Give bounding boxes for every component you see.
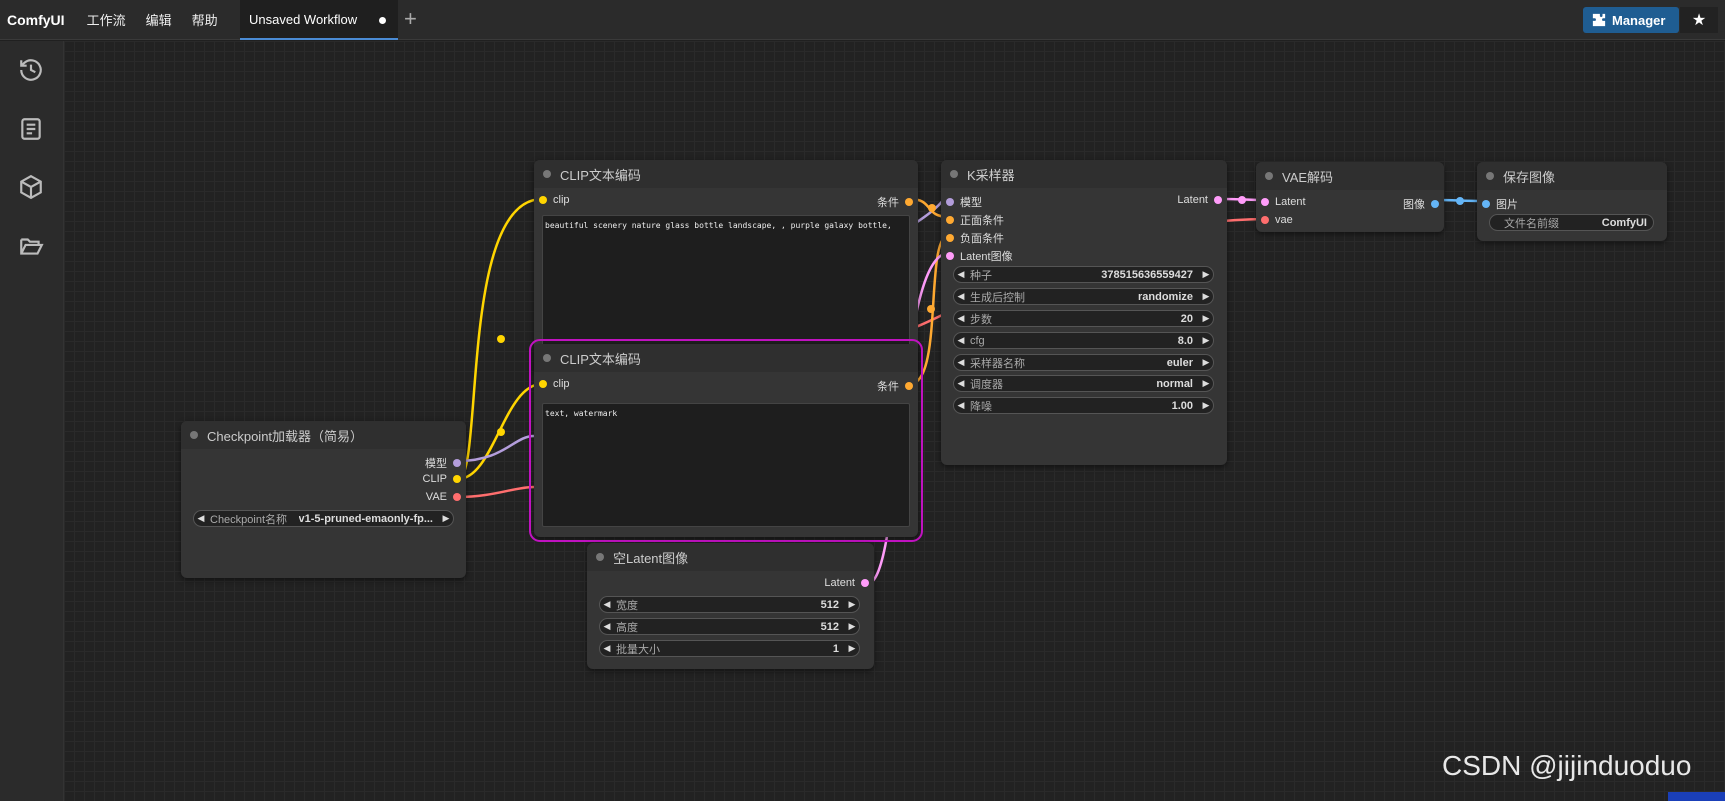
node-checkpoint-loader[interactable]: Checkpoint加载器（简易） 模型 CLIP VAE ◀ Checkpoin…	[181, 421, 466, 578]
increment-arrow-icon[interactable]: ▶	[439, 513, 453, 524]
node-collapse-dot[interactable]	[543, 170, 551, 178]
node-title: CLIP文本编码	[560, 351, 641, 367]
top-bar: ComfyUI 工作流 编辑 帮助 Unsaved Workflow + Man…	[0, 0, 1725, 40]
add-tab-icon[interactable]: +	[404, 6, 417, 32]
wire-reroute-dot	[928, 204, 936, 212]
wire-reroute-dot	[1238, 196, 1246, 204]
wire-reroute-dot	[497, 428, 505, 436]
node-collapse-dot[interactable]	[1265, 172, 1273, 180]
menu-workflow[interactable]: 工作流	[87, 10, 126, 29]
folder-open-icon[interactable]	[18, 233, 44, 259]
input-slot-latent-image[interactable]: Latent图像	[946, 248, 1013, 264]
widget-height[interactable]: ◀ 高度 512 ▶	[599, 618, 860, 635]
prompt-textarea[interactable]: text, watermark	[542, 403, 910, 527]
widget-steps[interactable]: ◀ 步数 20 ▶	[953, 310, 1214, 327]
input-slot-negative[interactable]: 负面条件	[946, 230, 1004, 246]
widget-checkpoint-name[interactable]: ◀ Checkpoint名称 v1-5-pruned-emaonly-fp... ▶	[193, 510, 454, 527]
widget-denoise[interactable]: ◀ 降噪 1.00 ▶	[953, 397, 1214, 414]
output-slot-latent[interactable]: Latent	[824, 577, 869, 589]
wire-reroute-dot	[497, 335, 505, 343]
node-collapse-dot[interactable]	[596, 553, 604, 561]
node-title: 保存图像	[1503, 169, 1556, 185]
input-slot-latent[interactable]: Latent	[1261, 196, 1306, 208]
manager-button[interactable]: Manager	[1583, 7, 1679, 33]
app-logo: ComfyUI	[7, 11, 65, 28]
node-title: Checkpoint加载器（简易）	[207, 428, 364, 444]
node-collapse-dot[interactable]	[1486, 172, 1494, 180]
widget-filename-prefix[interactable]: 文件名前缀 ComfyUI	[1489, 214, 1654, 231]
menu-edit[interactable]: 编辑	[146, 10, 172, 29]
star-icon[interactable]: ★	[1680, 7, 1718, 33]
node-vae-decode[interactable]: VAE解码 Latent vae 图像	[1256, 162, 1444, 232]
node-ksampler[interactable]: K采样器 模型 正面条件 负面条件 Latent图像 Latent ◀ 种子 378…	[941, 160, 1227, 465]
cube-icon[interactable]	[18, 174, 44, 200]
input-slot-clip[interactable]: clip	[539, 194, 570, 206]
output-slot-image[interactable]: 图像	[1403, 196, 1439, 212]
node-empty-latent-image[interactable]: 空Latent图像 Latent ◀ 宽度 512 ▶ ◀ 高度 512 ▶ ◀ 批量大小 1 ▶	[587, 543, 874, 669]
input-slot-vae[interactable]: vae	[1261, 214, 1293, 226]
decrement-arrow-icon[interactable]: ◀	[194, 513, 208, 524]
widget-control-after-generate[interactable]: ◀ 生成后控制 randomize ▶	[953, 288, 1214, 305]
node-collapse-dot[interactable]	[543, 354, 551, 362]
node-clip-text-encode-negative[interactable]: CLIP文本编码 clip 条件 text, watermark	[529, 339, 923, 542]
corner-badge	[1668, 792, 1725, 801]
wire-reroute-dot	[1456, 197, 1464, 205]
wire-reroute-dot	[927, 305, 935, 313]
widget-seed[interactable]: ◀ 种子 378515636559427 ▶	[953, 266, 1214, 283]
menu-help[interactable]: 帮助	[192, 10, 218, 29]
input-slot-images[interactable]: 图片	[1482, 196, 1518, 212]
input-slot-clip[interactable]: clip	[539, 378, 570, 390]
wire-vae	[457, 485, 535, 499]
input-slot-positive[interactable]: 正面条件	[946, 212, 1004, 228]
widget-cfg[interactable]: ◀ cfg 8.0 ▶	[953, 332, 1214, 349]
book-icon[interactable]	[18, 116, 44, 142]
node-title: K采样器	[967, 167, 1015, 183]
node-title: VAE解码	[1282, 169, 1334, 185]
manager-label: Manager	[1612, 12, 1666, 28]
widget-sampler-name[interactable]: ◀ 采样器名称 euler ▶	[953, 354, 1214, 371]
widget-width[interactable]: ◀ 宽度 512 ▶	[599, 596, 860, 613]
output-slot-latent[interactable]: Latent	[1177, 194, 1222, 206]
widget-scheduler[interactable]: ◀ 调度器 normal ▶	[953, 375, 1214, 392]
node-clip-text-encode-positive[interactable]: CLIP文本编码 clip 条件 beautiful scenery natur…	[534, 160, 918, 373]
output-slot-clip[interactable]: CLIP	[423, 473, 461, 485]
widget-batch-size[interactable]: ◀ 批量大小 1 ▶	[599, 640, 860, 657]
watermark-text: CSDN @jijinduoduo	[1442, 750, 1692, 781]
output-slot-conditioning[interactable]: 条件	[877, 378, 913, 394]
node-title: 空Latent图像	[613, 550, 689, 566]
history-icon[interactable]	[18, 57, 44, 83]
unsaved-indicator-icon	[379, 17, 386, 24]
output-slot-vae[interactable]: VAE	[426, 491, 461, 503]
node-title: CLIP文本编码	[560, 167, 641, 183]
node-save-image[interactable]: 保存图像 图片 文件名前缀 ComfyUI	[1477, 162, 1667, 241]
prompt-textarea[interactable]: beautiful scenery nature glass bottle la…	[542, 215, 910, 362]
output-slot-conditioning[interactable]: 条件	[877, 194, 913, 210]
tab-unsaved-workflow[interactable]: Unsaved Workflow	[240, 0, 398, 40]
output-slot-model[interactable]: 模型	[425, 455, 461, 471]
node-collapse-dot[interactable]	[190, 431, 198, 439]
sidebar	[0, 41, 64, 801]
puzzle-icon	[1592, 13, 1606, 27]
graph-canvas[interactable]: CLIP文本编码 clip 条件 beautiful scenery natur…	[64, 41, 1725, 801]
node-collapse-dot[interactable]	[950, 170, 958, 178]
tab-label: Unsaved Workflow	[249, 11, 358, 27]
input-slot-model[interactable]: 模型	[946, 194, 982, 210]
